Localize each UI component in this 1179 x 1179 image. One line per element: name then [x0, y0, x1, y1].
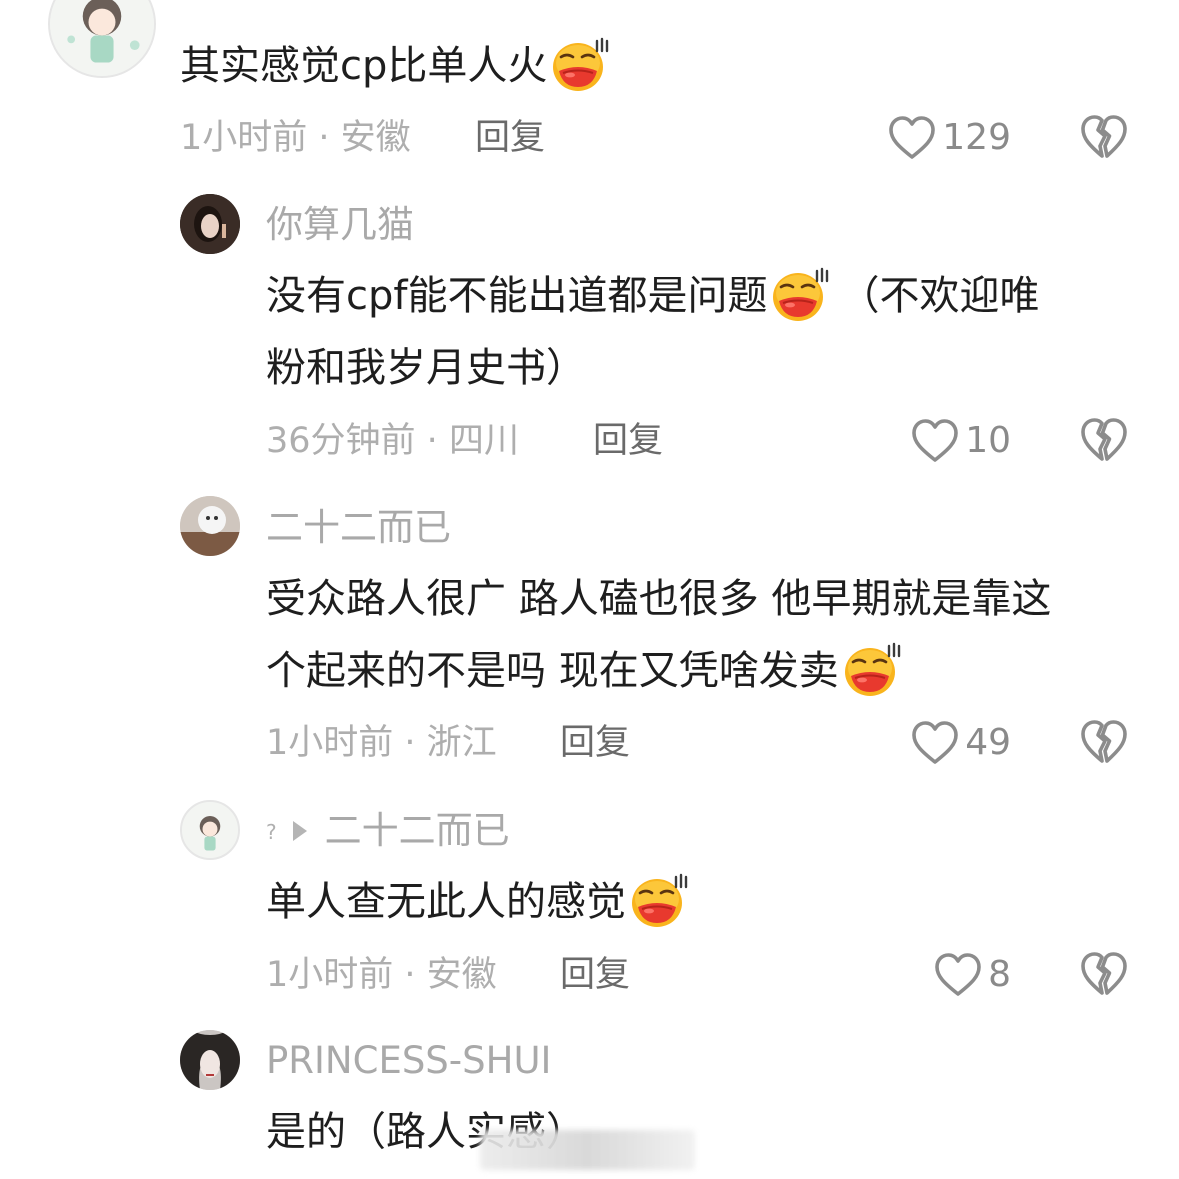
- like-button[interactable]: 10: [911, 417, 1011, 465]
- heart-outline-icon: [888, 115, 936, 161]
- comment-text: 其实感觉cp比单人火: [180, 30, 609, 102]
- comment-text: 单人查无此人的感觉: [266, 866, 688, 938]
- avatar[interactable]: [180, 194, 240, 254]
- comment-meta: 1小时前 · 安徽: [180, 115, 411, 161]
- reply-button[interactable]: 回复: [560, 720, 630, 766]
- location: 安徽: [426, 955, 497, 995]
- username[interactable]: PRINCESS-SHUI: [266, 1038, 551, 1084]
- username[interactable]: 你算几猫: [266, 202, 414, 248]
- comment-text: 受众路人很广 路人磕也很多 他早期就是靠这 个起来的不是吗 现在又凭啥发卖: [266, 563, 1051, 707]
- like-count: 10: [965, 420, 1011, 461]
- location: 四川: [448, 421, 519, 461]
- separator: ·: [307, 118, 341, 158]
- like-button[interactable]: 129: [888, 114, 1011, 162]
- like-button[interactable]: 49: [911, 719, 1011, 767]
- broken-heart-icon[interactable]: [1080, 417, 1128, 463]
- like-count: 129: [942, 117, 1011, 158]
- reply-header: ? 二十二而已: [266, 808, 510, 855]
- smirk-emoji-icon: [551, 37, 609, 93]
- comment-text-line: 个起来的不是吗 现在又凭啥发卖: [266, 648, 839, 694]
- reply-button[interactable]: 回复: [560, 952, 630, 998]
- broken-heart-icon[interactable]: [1080, 114, 1128, 160]
- separator: ·: [393, 955, 427, 995]
- timestamp: 36分钟前: [266, 421, 416, 461]
- avatar[interactable]: [48, 0, 156, 78]
- reply-button[interactable]: 回复: [593, 418, 663, 464]
- location: 浙江: [426, 723, 497, 763]
- timestamp: 1小时前: [180, 118, 308, 158]
- like-count: 8: [988, 954, 1011, 995]
- comment-meta: 36分钟前 · 四川: [266, 418, 519, 464]
- comment-text-line: 受众路人很广 路人磕也很多 他早期就是靠这: [266, 576, 1052, 622]
- reply-button[interactable]: 回复: [475, 115, 545, 161]
- comment-meta: 1小时前 · 浙江: [266, 720, 497, 766]
- comment-meta: 1小时前 · 安徽: [266, 952, 497, 998]
- timestamp: 1小时前: [266, 723, 394, 763]
- comment-text-line: 其实感觉cp比单人火: [180, 43, 548, 89]
- smirk-emoji-icon: [771, 267, 829, 323]
- comment-text-line: 粉和我岁月史书）: [266, 345, 586, 391]
- heart-outline-icon: [911, 418, 959, 464]
- comment-text-line: 没有cpf能不能出道都是问题: [266, 273, 768, 319]
- username[interactable]: ?: [266, 809, 277, 855]
- smirk-emoji-icon: [843, 642, 901, 698]
- heart-outline-icon: [911, 720, 959, 766]
- heart-outline-icon: [934, 952, 982, 998]
- separator: ·: [415, 421, 449, 461]
- broken-heart-icon[interactable]: [1080, 951, 1128, 997]
- timestamp: 1小时前: [266, 955, 394, 995]
- comment-text-line: （不欢迎唯: [839, 273, 1040, 319]
- comment-text: 没有cpf能不能出道都是问题 （不欢迎唯 粉和我岁月史书）: [266, 260, 1039, 404]
- watermark-overlay: [480, 1130, 695, 1170]
- avatar[interactable]: [180, 496, 240, 556]
- smirk-emoji-icon: [630, 873, 688, 929]
- play-arrow-icon: [292, 821, 307, 841]
- like-count: 49: [965, 722, 1011, 763]
- separator: ·: [393, 723, 427, 763]
- avatar[interactable]: [180, 1030, 240, 1090]
- broken-heart-icon[interactable]: [1080, 719, 1128, 765]
- username[interactable]: 二十二而已: [266, 505, 451, 551]
- like-button[interactable]: 8: [934, 951, 1011, 999]
- reply-to-username[interactable]: 二十二而已: [325, 809, 510, 852]
- location: 安徽: [340, 118, 411, 158]
- comment-text-line: 单人查无此人的感觉: [266, 879, 626, 925]
- avatar[interactable]: [180, 800, 240, 860]
